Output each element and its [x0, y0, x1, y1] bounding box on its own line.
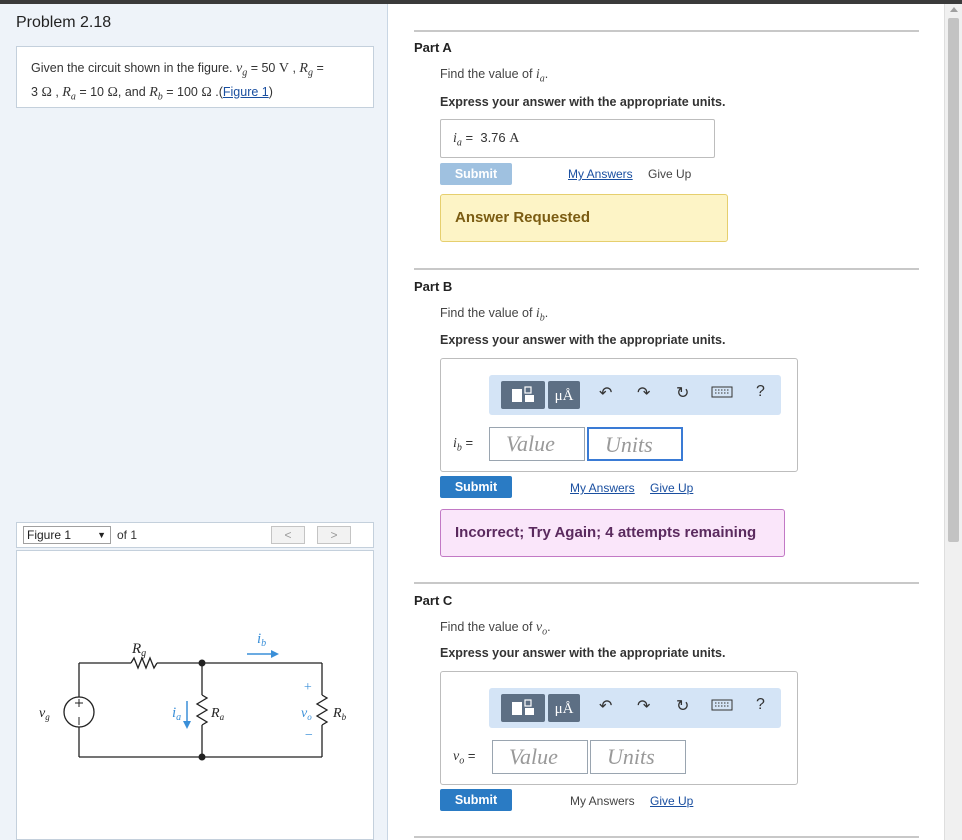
- part-b-label: Part B: [414, 279, 453, 294]
- scrollbar[interactable]: [944, 4, 962, 840]
- label-rb: Rb: [332, 706, 347, 722]
- part-b-my-answers-link[interactable]: My Answers: [570, 481, 635, 495]
- part-b-answer-editor: μÅ ↶ ↷ ↻ ? ib = Value Units: [440, 358, 798, 472]
- part-a-give-up-link: Give Up: [648, 167, 692, 181]
- label-ra: Ra: [210, 706, 225, 722]
- part-c-units-input[interactable]: Units: [590, 740, 686, 774]
- part-b-instruction: Express your answer with the appropriate…: [440, 333, 726, 347]
- part-c-label: Part C: [414, 593, 453, 608]
- chevron-down-icon: ▼: [97, 530, 106, 540]
- part-b-units-input[interactable]: Units: [587, 427, 683, 461]
- math-toolbar: μÅ ↶ ↷ ↻ ?: [489, 375, 781, 415]
- part-b-question: Find the value of ib.: [440, 306, 549, 324]
- part-a-submit-button[interactable]: Submit: [440, 163, 512, 185]
- part-a-my-answers-link[interactable]: My Answers: [568, 167, 633, 181]
- label-plus: +: [303, 680, 312, 695]
- figure-navigator: Figure 1 ▼ of 1 < >: [16, 522, 374, 548]
- label-vo: vo: [301, 706, 312, 722]
- part-c-value-input[interactable]: Value: [492, 740, 588, 774]
- reset-icon[interactable]: ↻: [676, 383, 689, 403]
- part-a-answer-field: ia = 3.76 A: [440, 119, 715, 158]
- part-c-eq-label: vo =: [453, 748, 476, 767]
- prev-figure-button[interactable]: <: [271, 526, 305, 544]
- divider: [414, 30, 919, 32]
- scroll-up-icon[interactable]: [950, 7, 958, 12]
- part-c-question: Find the value of vo.: [440, 620, 551, 638]
- answer-unit: A: [509, 131, 520, 146]
- templates-button[interactable]: [501, 694, 545, 722]
- part-a-question: Find the value of ia.: [440, 67, 549, 85]
- divider: [414, 582, 919, 584]
- part-b-value-input[interactable]: Value: [489, 427, 585, 461]
- part-c-answer-editor: μÅ ↶ ↷ ↻ ? vo = Value Units: [440, 671, 798, 785]
- units-button[interactable]: μÅ: [548, 694, 580, 722]
- figure-container: Rg ib vg ia Ra + vo − Rb: [16, 550, 374, 840]
- label-vg: vg: [39, 706, 50, 722]
- label-rg: Rg: [131, 641, 146, 659]
- part-b-eq-label: ib =: [453, 435, 474, 454]
- redo-icon[interactable]: ↷: [637, 383, 650, 403]
- undo-icon[interactable]: ↶: [599, 696, 612, 716]
- help-icon[interactable]: ?: [756, 696, 765, 714]
- part-a-instruction: Express your answer with the appropriate…: [440, 95, 726, 109]
- redo-icon[interactable]: ↷: [637, 696, 650, 716]
- part-c-instruction: Express your answer with the appropriate…: [440, 646, 726, 660]
- part-c-my-answers-link: My Answers: [570, 794, 635, 808]
- part-b-give-up-link[interactable]: Give Up: [650, 481, 693, 495]
- math-toolbar: μÅ ↶ ↷ ↻ ?: [489, 688, 781, 728]
- units-button[interactable]: μÅ: [548, 381, 580, 409]
- divider: [414, 836, 919, 838]
- part-a-feedback: Answer Requested: [440, 194, 728, 242]
- figure-count: of 1: [117, 528, 138, 542]
- figure-link[interactable]: Figure 1: [223, 85, 269, 99]
- templates-button[interactable]: [501, 381, 545, 409]
- keyboard-icon[interactable]: [711, 698, 733, 717]
- part-c-give-up-link[interactable]: Give Up: [650, 794, 693, 808]
- figure-select[interactable]: Figure 1 ▼: [23, 526, 111, 544]
- part-c-submit-button[interactable]: Submit: [440, 789, 512, 811]
- part-a-label: Part A: [414, 40, 452, 55]
- scrollbar-thumb[interactable]: [948, 18, 959, 542]
- keyboard-icon[interactable]: [711, 385, 733, 404]
- templates-icon: [512, 699, 534, 715]
- help-icon[interactable]: ?: [756, 383, 765, 401]
- problem-title: Problem 2.18: [16, 14, 112, 31]
- label-ia: ia: [172, 705, 181, 723]
- problem-statement: Given the circuit shown in the figure. v…: [16, 46, 374, 108]
- undo-icon[interactable]: ↶: [599, 383, 612, 403]
- label-minus: −: [304, 728, 313, 743]
- templates-icon: [512, 386, 534, 402]
- reset-icon[interactable]: ↻: [676, 696, 689, 716]
- part-b-submit-button[interactable]: Submit: [440, 476, 512, 498]
- label-ib: ib: [257, 631, 266, 649]
- divider: [414, 268, 919, 270]
- answer-value: 3.76: [480, 130, 506, 145]
- circuit-diagram: Rg ib vg ia Ra + vo − Rb: [39, 631, 347, 761]
- next-figure-button[interactable]: >: [317, 526, 351, 544]
- part-b-feedback: Incorrect; Try Again; 4 attempts remaini…: [440, 509, 785, 557]
